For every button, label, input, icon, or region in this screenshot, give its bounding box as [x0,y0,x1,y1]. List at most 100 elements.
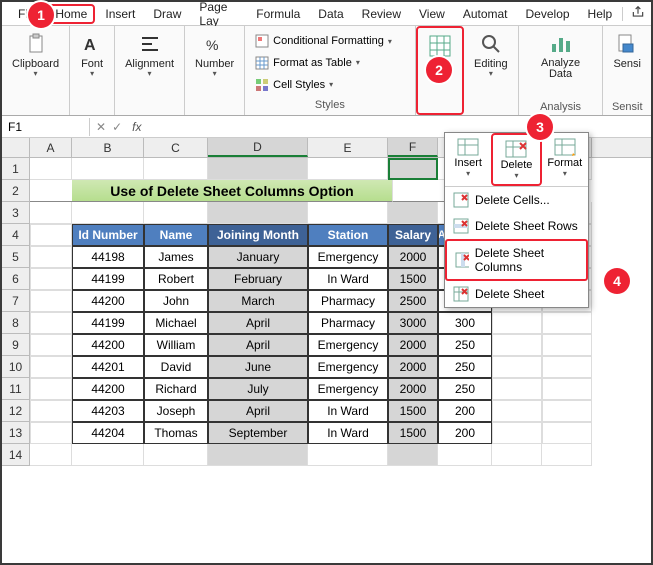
table-cell[interactable]: 44198 [72,246,144,268]
tab-data[interactable]: Data [310,4,351,24]
number-button[interactable]: % Number▾ [191,30,238,81]
editing-button[interactable]: Editing▾ [470,30,512,81]
sensitivity-button[interactable]: Sensi [609,30,645,72]
table-cell[interactable]: In Ward [308,400,388,422]
tab-review[interactable]: Review [354,4,409,24]
table-cell[interactable]: 44201 [72,356,144,378]
row-header[interactable]: 6 [2,268,30,290]
dropdown-format-button[interactable]: Format▾ [542,133,588,186]
table-cell[interactable]: 2000 [388,378,438,400]
table-cell[interactable]: Emergency [308,378,388,400]
col-header-b[interactable]: B [72,138,144,157]
table-cell[interactable]: 2000 [388,334,438,356]
tab-insert[interactable]: Insert [97,4,143,24]
row-header[interactable]: 4 [2,224,30,246]
enter-formula-icon[interactable]: ✓ [112,120,122,134]
dropdown-insert-button[interactable]: Insert▾ [445,133,491,186]
row-header[interactable]: 7 [2,290,30,312]
row-header[interactable]: 14 [2,444,30,466]
table-cell[interactable]: Robert [144,268,208,290]
delete-cells-item[interactable]: Delete Cells... [445,187,588,213]
table-cell[interactable]: 2000 [388,356,438,378]
table-cell[interactable]: Emergency [308,356,388,378]
table-cell[interactable]: July [208,378,308,400]
table-cell[interactable]: In Ward [308,422,388,444]
table-cell[interactable]: April [208,400,308,422]
table-cell[interactable]: 250 [438,334,492,356]
table-cell[interactable]: 1500 [388,422,438,444]
table-cell[interactable]: Thomas [144,422,208,444]
table-cell[interactable]: June [208,356,308,378]
fx-icon[interactable]: fx [128,120,141,134]
table-cell[interactable]: In Ward [308,268,388,290]
table-cell[interactable]: 1500 [388,400,438,422]
tab-draw[interactable]: Draw [145,4,189,24]
row-header[interactable]: 10 [2,356,30,378]
format-as-table-button[interactable]: Format as Table▾ [251,54,408,72]
table-cell[interactable]: Michael [144,312,208,334]
table-cell[interactable]: 44200 [72,290,144,312]
tab-formula[interactable]: Formula [248,4,308,24]
delete-sheet-item[interactable]: Delete Sheet [445,281,588,307]
table-cell[interactable]: 300 [438,312,492,334]
table-header[interactable]: Id Number [72,224,144,246]
row-header[interactable]: 11 [2,378,30,400]
tab-home[interactable]: Home [47,4,95,24]
table-cell[interactable]: 1500 [388,268,438,290]
row-header[interactable]: 9 [2,334,30,356]
table-cell[interactable]: 44200 [72,334,144,356]
table-cell[interactable]: Emergency [308,246,388,268]
select-all-corner[interactable] [2,138,30,157]
table-cell[interactable]: March [208,290,308,312]
row-header[interactable]: 5 [2,246,30,268]
analyze-data-button[interactable]: Analyze Data [525,30,597,82]
cell-styles-button[interactable]: Cell Styles▾ [251,76,408,94]
table-header[interactable]: Station [308,224,388,246]
table-cell[interactable]: January [208,246,308,268]
name-box[interactable]: F1 [2,118,90,136]
tab-automate[interactable]: Automat [455,4,516,24]
table-cell[interactable]: Emergency [308,334,388,356]
conditional-formatting-button[interactable]: Conditional Formatting▾ [251,32,408,50]
tab-developer[interactable]: Develop [518,4,578,24]
table-header[interactable]: Salary [388,224,438,246]
font-button[interactable]: A Font▾ [76,30,108,81]
col-header-e[interactable]: E [308,138,388,157]
table-cell[interactable]: 44199 [72,268,144,290]
tab-view[interactable]: View [411,4,453,24]
table-cell[interactable]: 44200 [72,378,144,400]
delete-sheet-columns-item[interactable]: Delete Sheet Columns [445,239,588,281]
row-header[interactable]: 8 [2,312,30,334]
table-cell[interactable]: Pharmacy [308,290,388,312]
table-cell[interactable]: 250 [438,356,492,378]
row-header[interactable]: 12 [2,400,30,422]
table-cell[interactable]: 44204 [72,422,144,444]
dropdown-delete-button[interactable]: Delete▾ [491,133,541,186]
table-cell[interactable]: David [144,356,208,378]
col-header-f[interactable]: F [388,138,438,157]
table-cell[interactable]: 250 [438,378,492,400]
table-cell[interactable]: James [144,246,208,268]
table-cell[interactable]: Joseph [144,400,208,422]
table-cell[interactable]: 44203 [72,400,144,422]
table-cell[interactable]: William [144,334,208,356]
table-cell[interactable]: Richard [144,378,208,400]
table-cell[interactable]: 3000 [388,312,438,334]
row-header[interactable]: 1 [2,158,30,180]
row-header[interactable]: 13 [2,422,30,444]
alignment-button[interactable]: Alignment▾ [121,30,178,81]
table-cell[interactable]: 200 [438,422,492,444]
table-cell[interactable]: April [208,334,308,356]
col-header-d[interactable]: D [208,138,308,157]
tab-help[interactable]: Help [580,4,621,24]
cancel-formula-icon[interactable]: ✕ [96,120,106,134]
table-cell[interactable]: 2000 [388,246,438,268]
share-icon[interactable] [625,2,651,25]
row-header[interactable]: 2 [2,180,30,202]
delete-sheet-rows-item[interactable]: Delete Sheet Rows [445,213,588,239]
table-header[interactable]: Joining Month [208,224,308,246]
table-cell[interactable]: 44199 [72,312,144,334]
table-cell[interactable]: 200 [438,400,492,422]
row-header[interactable]: 3 [2,202,30,224]
table-cell[interactable]: September [208,422,308,444]
